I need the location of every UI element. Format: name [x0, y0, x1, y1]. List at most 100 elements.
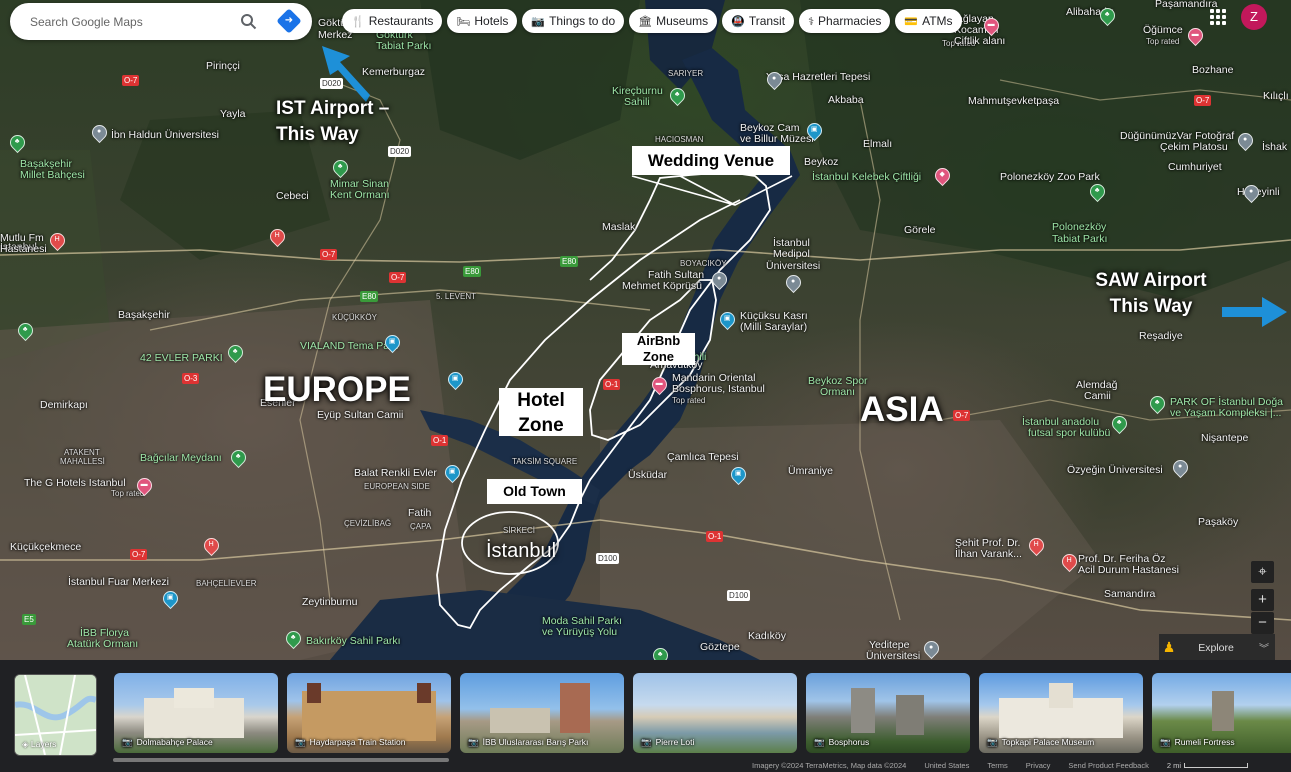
camera-icon: 📷 — [1160, 737, 1171, 747]
scale-bar[interactable]: 2 mi — [1167, 761, 1249, 770]
place-label: Kent Ormanı — [330, 189, 390, 201]
thumbnail-card[interactable]: 📷 Haydarpaşa Train Station — [287, 673, 451, 753]
place-label: Özyeğin Üniversitesi — [1067, 464, 1163, 476]
chip-transit[interactable]: 🚇 Transit — [722, 9, 795, 33]
place-label: Ümraniye — [788, 465, 833, 477]
place-label: Polonezköy — [1052, 221, 1107, 233]
search-input[interactable] — [28, 12, 232, 32]
saw-airport-line2: This Way — [1109, 296, 1193, 317]
search-box[interactable]: ➜ — [10, 3, 312, 40]
hotel-line2: Zone — [518, 415, 564, 436]
road-shield: E80 — [463, 266, 482, 277]
place-label: Kılıçlı — [1263, 90, 1289, 102]
place-label: Eyüp Sultan Camii — [317, 409, 404, 421]
my-location-icon[interactable]: ⌖ — [1251, 561, 1274, 583]
thumbnail-card[interactable]: 📷 İBB Uluslararası Barış Parkı — [460, 673, 624, 753]
hotel-line1: Hotel — [517, 390, 565, 411]
place-label: Öğümce — [1143, 24, 1183, 36]
zoom-in-button[interactable]: + — [1251, 589, 1274, 611]
place-label: ÇEVİZLİBAĞ — [344, 519, 392, 528]
search-icon[interactable] — [240, 13, 257, 30]
place-label: VIALAND Tema Park — [300, 340, 398, 352]
place-label: ve Yaşam Kompleksi |... — [1170, 407, 1282, 419]
pharmacy-icon: ⚕ — [808, 15, 815, 28]
ist-airport-annotation: IST Airport – This Way — [276, 96, 389, 148]
road-shield: D100 — [727, 590, 751, 601]
place-label: 42 EVLER PARKI — [140, 352, 223, 364]
chip-label: Hotels — [474, 14, 509, 28]
place-label: Fatih — [408, 507, 432, 519]
place-label: Maslak — [602, 221, 636, 233]
place-label: Reşadiye — [1139, 330, 1183, 342]
airbnb-zone-label: AirBnb Zone — [622, 333, 695, 365]
place-label: Tabiat Parkı — [376, 40, 432, 52]
road-shield: O-7 — [1194, 95, 1212, 106]
layers-button[interactable]: ◈ Layers — [14, 674, 97, 756]
thumbnail-text: Pierre Loti — [655, 737, 695, 747]
thumbnail-card[interactable]: 📷 Rumeli Fortress — [1152, 673, 1291, 753]
place-label: Bozhane — [1192, 64, 1234, 76]
thumbnail-label: 📷 Topkapi Palace Museum — [987, 737, 1094, 748]
chip-pharmacies[interactable]: ⚕ Pharmacies — [799, 9, 891, 33]
chip-atms[interactable]: 💳 ATMs — [895, 9, 962, 33]
place-label: Mahmutşevketpaşa — [968, 95, 1060, 107]
privacy-link[interactable]: Privacy — [1026, 761, 1051, 770]
place-label: İstanbul Fuar Merkezi — [68, 576, 169, 588]
place-label: Üsküdar — [628, 469, 668, 481]
avatar[interactable]: Z — [1241, 4, 1267, 30]
thumbnail-label: 📷 Bosphorus — [814, 737, 869, 748]
place-label: Çekim Platosu — [1160, 141, 1228, 153]
thumbnail-card[interactable]: 📷 Topkapi Palace Museum — [979, 673, 1143, 753]
saw-airport-annotation: SAW Airport This Way — [1086, 268, 1216, 320]
place-label: Top rated — [1146, 37, 1180, 46]
place-label: BOYACIKÖY — [680, 259, 727, 268]
apps-grid-icon[interactable] — [1210, 9, 1226, 25]
chip-hotels[interactable]: 🛏 Hotels — [447, 9, 518, 33]
chip-museums[interactable]: 🏛 Museums — [629, 9, 718, 33]
road-shield: O-1 — [706, 531, 724, 542]
country-link[interactable]: United States — [924, 761, 969, 770]
place-label: Çamlıca Tepesi — [667, 451, 739, 463]
place-label: Medipol — [773, 248, 810, 260]
place-label: Göztepe — [700, 641, 740, 653]
chevron-down-icon[interactable]: ︾ — [1253, 640, 1275, 655]
chip-things-to-do[interactable]: 📷 Things to do — [522, 9, 625, 33]
road-shield: E80 — [360, 291, 379, 302]
camera-icon: 📷 — [641, 737, 652, 747]
camera-icon: 📷 — [814, 737, 825, 747]
place-label: Hastanesi — [0, 243, 47, 255]
chip-label: Restaurants — [368, 14, 434, 28]
road-shield: O-3 — [182, 373, 200, 384]
road-shield: E80 — [560, 256, 579, 267]
chip-restaurants[interactable]: 🍴 Restaurants — [342, 9, 443, 33]
layers-text: Layers — [30, 739, 57, 749]
pegman-icon[interactable]: ♟ — [1159, 639, 1179, 656]
carousel-scrollbar[interactable] — [113, 758, 449, 762]
place-label: İshak — [1262, 141, 1288, 153]
place-label: Cumhuriyet — [1168, 161, 1222, 173]
hotel-zone-label: Hotel Zone — [499, 388, 583, 436]
place-label: Cebeci — [276, 190, 309, 202]
thumbnail-card[interactable]: 📷 Pierre Loti — [633, 673, 797, 753]
place-label: ve Yürüyüş Yolu — [542, 626, 618, 638]
transit-icon: 🚇 — [731, 15, 745, 28]
place-label: futsal spor kulübü — [1028, 427, 1111, 439]
thumbnail-card[interactable]: 📷 Bosphorus — [806, 673, 970, 753]
directions-icon[interactable]: ➜ — [276, 8, 302, 34]
explore-bar[interactable]: ♟ Explore ︾ — [1159, 634, 1275, 660]
zoom-out-button[interactable]: − — [1251, 612, 1274, 634]
thumbnail-card[interactable]: 📷 Dolmabahçe Palace — [114, 673, 278, 753]
chip-label: Things to do — [549, 14, 616, 28]
feedback-link[interactable]: Send Product Feedback — [1068, 761, 1148, 770]
terms-link[interactable]: Terms — [987, 761, 1007, 770]
ist-airport-line2: This Way — [276, 124, 359, 145]
place-label: Paşamandıra — [1155, 0, 1218, 10]
map-canvas[interactable]: Kemerburgaz Göktürk Merkez Göktürk Tabia… — [0, 0, 1291, 660]
place-label: Samandıra — [1104, 588, 1156, 600]
thumbnail-label: 📷 Dolmabahçe Palace — [122, 737, 213, 748]
place-label: Sahili — [624, 96, 650, 108]
map-footer: Imagery ©2024 TerraMetrics, Map data ©20… — [752, 761, 1249, 770]
place-label: Bakırköy Sahil Parkı — [306, 635, 401, 647]
place-label: Akbaba — [828, 94, 864, 106]
road-shield: O-7 — [953, 410, 971, 421]
